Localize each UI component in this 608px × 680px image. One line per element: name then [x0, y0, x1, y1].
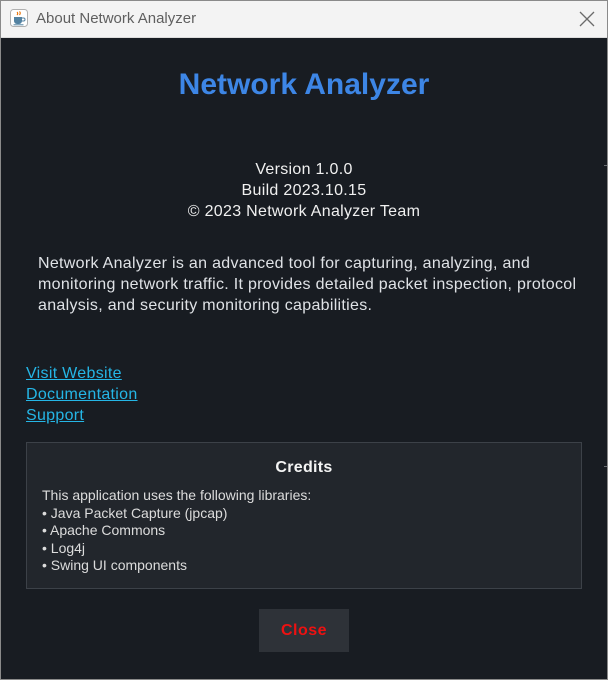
window-title: About Network Analyzer [36, 10, 197, 27]
version-label: Version 1.0.0 [255, 161, 353, 178]
title-bar[interactable]: About Network Analyzer [1, 1, 607, 38]
credits-text: This application uses the following libr… [42, 487, 311, 575]
dialog-content: Network Analyzer Version 1.0.0 Build 202… [1, 38, 607, 679]
links-section: Visit Website Documentation Support [26, 363, 138, 426]
app-name-heading: Network Analyzer [178, 68, 430, 101]
build-label: Build 2023.10.15 [241, 182, 367, 199]
library-item: • Swing UI components [42, 557, 187, 573]
credits-intro: This application uses the following libr… [42, 487, 312, 503]
close-icon[interactable] [569, 7, 605, 31]
app-description: Network Analyzer is an advanced tool for… [38, 255, 577, 314]
java-app-icon [10, 9, 28, 27]
about-dialog: About Network Analyzer Network Analyzer … [0, 0, 608, 680]
credits-panel: Credits This application uses the follow… [26, 442, 582, 589]
visit-website-link[interactable]: Visit Website [26, 363, 138, 384]
credits-title: Credits [275, 459, 333, 476]
version-info: Version 1.0.0 Build 2023.10.15 © 2023 Ne… [1, 159, 607, 222]
window-edge-mark [604, 466, 607, 467]
copyright-label: © 2023 Network Analyzer Team [187, 203, 421, 220]
support-link[interactable]: Support [26, 405, 138, 426]
library-item: • Java Packet Capture (jpcap) [42, 504, 228, 521]
close-button[interactable]: Close [259, 609, 349, 652]
window-edge-mark [604, 165, 607, 166]
library-item: • Apache Commons [42, 522, 166, 538]
library-item: • Log4j [42, 539, 86, 556]
documentation-link[interactable]: Documentation [26, 384, 138, 405]
